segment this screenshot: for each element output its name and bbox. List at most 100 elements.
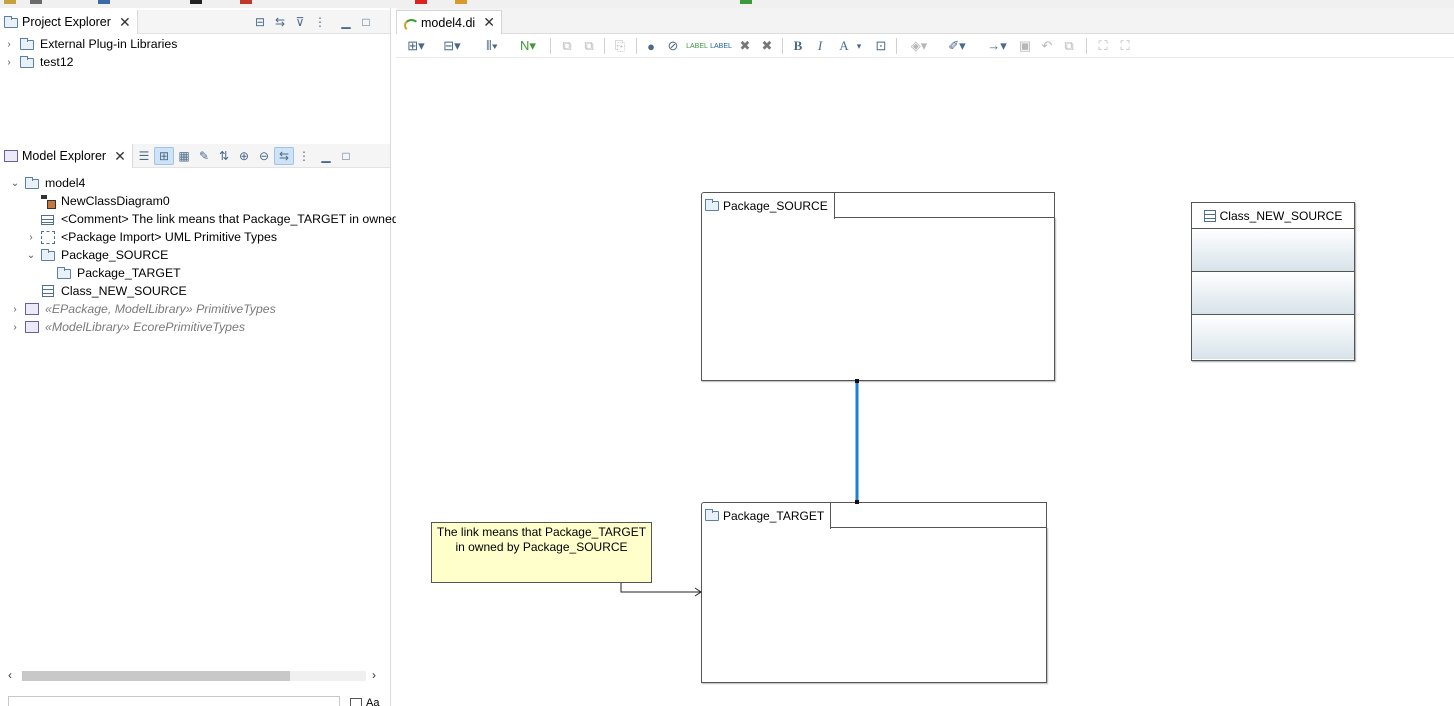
- tree-item-label: Class_NEW_SOURCE: [61, 284, 187, 298]
- model-explorer-header: Model Explorer ✕ ☰ ⊞ ▦ ✎ ⇅ ⊕ ⊖ ⇆ ⋮ ▁ □: [0, 144, 390, 168]
- tree-item[interactable]: › test12: [0, 53, 385, 71]
- filter-icon[interactable]: ⊽: [290, 13, 310, 31]
- new-child-icon[interactable]: ⧉: [558, 37, 576, 55]
- fill-color-icon[interactable]: ◈▾: [904, 37, 934, 55]
- chevron-down-icon[interactable]: ▾: [854, 37, 864, 55]
- class-diagram-icon: [41, 194, 56, 209]
- tree-item-class[interactable]: Class_NEW_SOURCE: [0, 282, 385, 300]
- zoom-selection-icon[interactable]: ⛶: [1116, 37, 1134, 55]
- hide-label-icon[interactable]: LABEL: [710, 37, 732, 55]
- bold-icon[interactable]: B: [790, 37, 806, 55]
- left-panel: Project Explorer ✕ ⊟ ⇆ ⊽ ⋮ ▁ □ › Externa…: [0, 8, 399, 706]
- chevron-down-icon[interactable]: ⌄: [10, 178, 20, 189]
- diagram-edges: [620, 379, 859, 597]
- minimize-icon[interactable]: ▁: [336, 13, 356, 31]
- tree-item-package-source[interactable]: ⌄ Package_SOURCE: [0, 246, 385, 264]
- tab-model4-di[interactable]: model4.di ✕: [396, 10, 502, 34]
- package-icon: [57, 266, 71, 279]
- tree-item-label: <Package Import> UML Primitive Types: [61, 230, 277, 244]
- delete-from-diagram-icon[interactable]: ✖: [736, 37, 754, 55]
- tree-item-diagram[interactable]: NewClassDiagram0: [0, 192, 385, 210]
- tab-model-explorer[interactable]: Model Explorer ✕: [0, 144, 133, 168]
- collapse-all-icon[interactable]: ⊟: [250, 13, 270, 31]
- show-element-icon[interactable]: ●: [642, 37, 660, 55]
- comment-link[interactable]: [620, 583, 701, 593]
- close-icon[interactable]: ✕: [483, 14, 495, 31]
- tree-item-ecore-primitive-types[interactable]: › «ModelLibrary» EcorePrimitiveTypes: [0, 318, 385, 336]
- close-icon[interactable]: ✕: [119, 14, 131, 31]
- tree-view-icon[interactable]: ⊞: [154, 147, 174, 165]
- horizontal-scrollbar[interactable]: ‹ ›: [6, 668, 384, 684]
- scroll-left-icon[interactable]: ‹: [8, 668, 12, 682]
- sort-icon[interactable]: ⇅: [214, 147, 234, 165]
- delete-from-model-icon[interactable]: ✖: [758, 37, 776, 55]
- tree-item-label: model4: [45, 176, 86, 190]
- show-label-icon[interactable]: LABEL: [686, 37, 708, 55]
- diagram-editor: model4.di ✕ ⊞▾ ⊟▾ ⦀▾ N▾ ⧉ ⧉ ⎘ ● ⊘ LABEL …: [396, 8, 1454, 706]
- comment-icon: [41, 214, 54, 225]
- align-icon[interactable]: ⦀▾: [476, 37, 508, 55]
- top-toolbar-strip: [0, 0, 1454, 8]
- tree-item-label: External Plug-in Libraries: [40, 37, 178, 51]
- maximize-icon[interactable]: □: [356, 13, 376, 31]
- list-view-icon[interactable]: ☰: [134, 147, 154, 165]
- hide-element-icon[interactable]: ⊘: [664, 37, 682, 55]
- italic-icon[interactable]: I: [812, 37, 828, 55]
- chevron-right-icon[interactable]: ›: [10, 304, 20, 315]
- tree-item[interactable]: › External Plug-in Libraries: [0, 35, 385, 53]
- customize-icon[interactable]: ✎: [194, 147, 214, 165]
- filter-input[interactable]: [8, 696, 340, 706]
- expand-all-icon[interactable]: ⊕: [234, 147, 254, 165]
- package-icon: [41, 248, 55, 261]
- font-color-icon[interactable]: A: [836, 37, 852, 55]
- select-tool-icon[interactable]: ⊞▾: [400, 37, 432, 55]
- scroll-right-icon[interactable]: ›: [372, 668, 376, 682]
- tab-project-explorer[interactable]: Project Explorer ✕: [0, 10, 138, 34]
- copy-appearance-icon[interactable]: ⧉: [1060, 37, 1078, 55]
- undo-format-icon[interactable]: ↶: [1038, 37, 1056, 55]
- collapse-all-icon[interactable]: ⊖: [254, 147, 274, 165]
- chevron-right-icon[interactable]: ›: [4, 57, 14, 68]
- properties-icon[interactable]: ▣: [1016, 37, 1034, 55]
- copy-format-icon[interactable]: ⎘: [611, 37, 629, 55]
- editor-tab-bar: model4.di ✕: [396, 8, 1454, 34]
- zoom-fit-icon[interactable]: ⛶: [1094, 37, 1112, 55]
- model-explorer-toolbar: ☰ ⊞ ▦ ✎ ⇅ ⊕ ⊖ ⇆ ⋮ ▁ □: [134, 147, 356, 165]
- match-case-checkbox[interactable]: [350, 698, 362, 706]
- diagram-view-icon[interactable]: ▦: [174, 147, 194, 165]
- maximize-icon[interactable]: □: [336, 147, 356, 165]
- epackage-icon: [25, 303, 39, 315]
- view-menu-icon[interactable]: ⋮: [310, 13, 330, 31]
- chevron-down-icon[interactable]: ⌄: [26, 250, 36, 261]
- project-explorer-tree: › External Plug-in Libraries › test12: [0, 35, 385, 71]
- line-style-icon[interactable]: →▾: [980, 37, 1014, 55]
- arrange-icon[interactable]: ⊟▾: [436, 37, 468, 55]
- close-icon[interactable]: ✕: [114, 148, 126, 165]
- new-sibling-icon[interactable]: ⧉: [580, 37, 598, 55]
- link-with-editor-icon[interactable]: ⇆: [274, 147, 294, 165]
- diagram-toolbar: ⊞▾ ⊟▾ ⦀▾ N▾ ⧉ ⧉ ⎘ ● ⊘ LABEL LABEL ✖ ✖ B …: [396, 34, 1454, 58]
- tree-item-primitive-types[interactable]: › «EPackage, ModelLibrary» PrimitiveType…: [0, 300, 385, 318]
- chevron-right-icon[interactable]: ›: [10, 322, 20, 333]
- project-explorer-icon: [4, 15, 18, 28]
- tree-item-model4[interactable]: ⌄ model4: [0, 174, 385, 192]
- project-explorer-header: Project Explorer ✕ ⊟ ⇆ ⊽ ⋮ ▁ □: [0, 10, 390, 34]
- diagram-canvas[interactable]: Package_SOURCE Package_TARGET Class_NEW_…: [396, 58, 1454, 706]
- tree-item-package-target[interactable]: Package_TARGET: [0, 264, 385, 282]
- scroll-thumb[interactable]: [22, 671, 290, 681]
- font-icon[interactable]: ⊡: [872, 37, 890, 55]
- project-explorer-title: Project Explorer: [22, 15, 111, 29]
- view-menu-icon[interactable]: ⋮: [294, 147, 314, 165]
- line-color-icon[interactable]: ✐▾: [940, 37, 974, 55]
- minimize-icon[interactable]: ▁: [316, 147, 336, 165]
- link-handle[interactable]: [855, 500, 859, 504]
- tree-item-label: «ModelLibrary» EcorePrimitiveTypes: [45, 320, 246, 334]
- link-handle[interactable]: [855, 379, 859, 383]
- chevron-right-icon[interactable]: ›: [4, 39, 14, 50]
- tree-item-label: Package_SOURCE: [61, 248, 169, 262]
- link-with-editor-icon[interactable]: ⇆: [270, 13, 290, 31]
- layout-icon[interactable]: N▾: [512, 37, 544, 55]
- tree-item-comment[interactable]: <Comment> The link means that Package_TA…: [0, 210, 399, 228]
- chevron-right-icon[interactable]: ›: [26, 232, 36, 243]
- tree-item-package-import[interactable]: › <Package Import> UML Primitive Types: [0, 228, 385, 246]
